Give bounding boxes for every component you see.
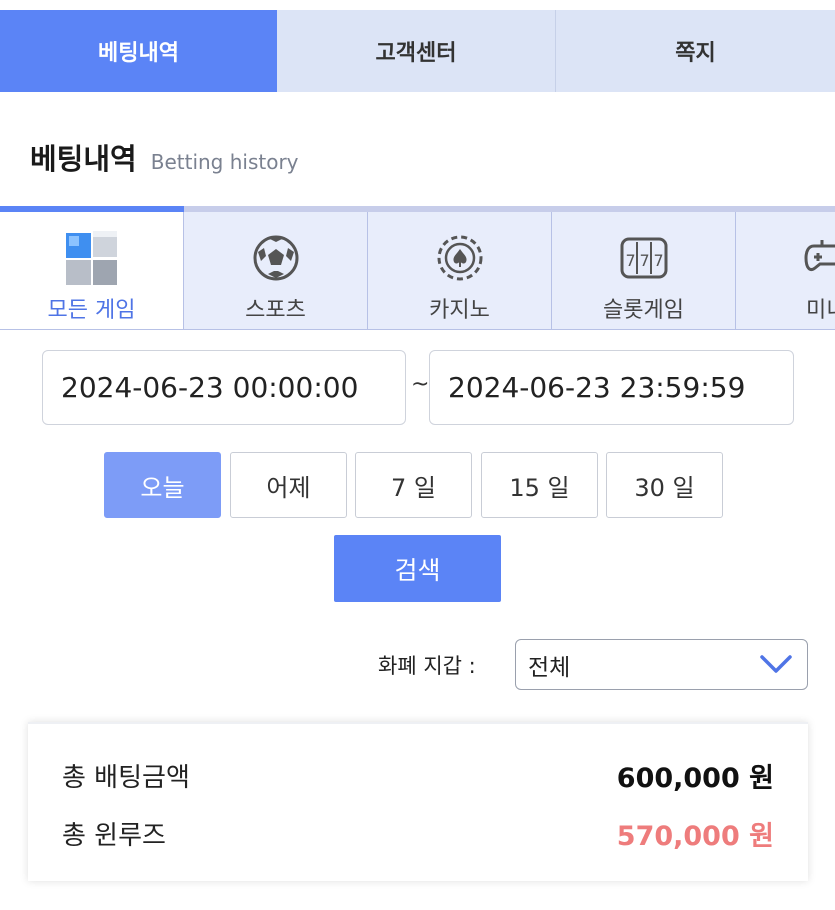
range-today-button[interactable]: 오늘	[104, 452, 221, 518]
total-winloss-label: 총 윈루즈	[62, 821, 166, 851]
page-subtitle: Betting history	[150, 150, 299, 174]
tab-all-games[interactable]: 모든 게임	[0, 212, 184, 330]
total-bet-value: 600,000 원	[616, 763, 774, 794]
tab-mini-games[interactable]: 미니	[736, 212, 835, 330]
page-title: 베팅내역	[30, 142, 137, 176]
total-bet-label: 총 배팅금액	[62, 763, 190, 793]
tab-messages[interactable]: 쪽지	[556, 10, 835, 92]
wallet-select[interactable]: 전체	[515, 639, 808, 690]
search-button[interactable]: 검색	[334, 535, 501, 602]
summary-row-total-bet: 총 배팅금액 600,000 원	[62, 756, 774, 795]
slot-machine-icon: 7 7 7	[619, 228, 669, 288]
date-range-separator: ~	[411, 372, 430, 397]
range-7days-button[interactable]: 7 일	[355, 452, 472, 518]
tab-betting-history[interactable]: 베팅내역	[0, 10, 277, 92]
range-yesterday-button[interactable]: 어제	[230, 452, 347, 518]
tab-sports[interactable]: 스포츠	[184, 212, 368, 330]
betting-summary-panel: 총 배팅금액 600,000 원 총 윈루즈 570,000 원	[28, 722, 808, 881]
tab-label: 스포츠	[245, 298, 306, 323]
svg-text:7: 7	[653, 251, 663, 270]
gamepad-icon	[736, 228, 835, 288]
wallet-label: 화폐 지갑 :	[378, 654, 476, 678]
total-winloss-value: 570,000 원	[616, 821, 774, 852]
svg-text:7: 7	[625, 251, 635, 270]
tab-label: 슬롯게임	[603, 298, 684, 323]
tab-customer-center[interactable]: 고객센터	[277, 10, 556, 92]
range-30days-button[interactable]: 30 일	[606, 452, 723, 518]
top-nav-tabs: 베팅내역 고객센터 쪽지	[0, 10, 835, 92]
page-heading: 베팅내역 Betting history	[30, 136, 299, 178]
tab-label: 카지노	[429, 298, 490, 323]
tab-slot-games[interactable]: 7 7 7 슬롯게임	[552, 212, 736, 330]
chevron-down-icon	[759, 652, 793, 682]
soccer-ball-icon	[252, 228, 300, 288]
tab-casino[interactable]: 카지노	[368, 212, 552, 330]
tab-label: 미니	[806, 298, 835, 323]
cubes-icon	[64, 228, 120, 288]
svg-text:7: 7	[639, 251, 649, 270]
range-15days-button[interactable]: 15 일	[481, 452, 598, 518]
end-datetime-field[interactable]: 2024-06-23 23:59:59	[429, 350, 794, 425]
casino-chip-icon	[436, 228, 484, 288]
summary-row-total-winloss: 총 윈루즈 570,000 원	[62, 814, 774, 853]
tab-label: 모든 게임	[47, 298, 136, 323]
wallet-selected-value: 전체	[528, 654, 571, 681]
game-category-tabs: 모든 게임 스포츠 카지노 7 7 7 슬롯게임 미	[0, 212, 835, 330]
start-datetime-field[interactable]: 2024-06-23 00:00:00	[42, 350, 406, 425]
